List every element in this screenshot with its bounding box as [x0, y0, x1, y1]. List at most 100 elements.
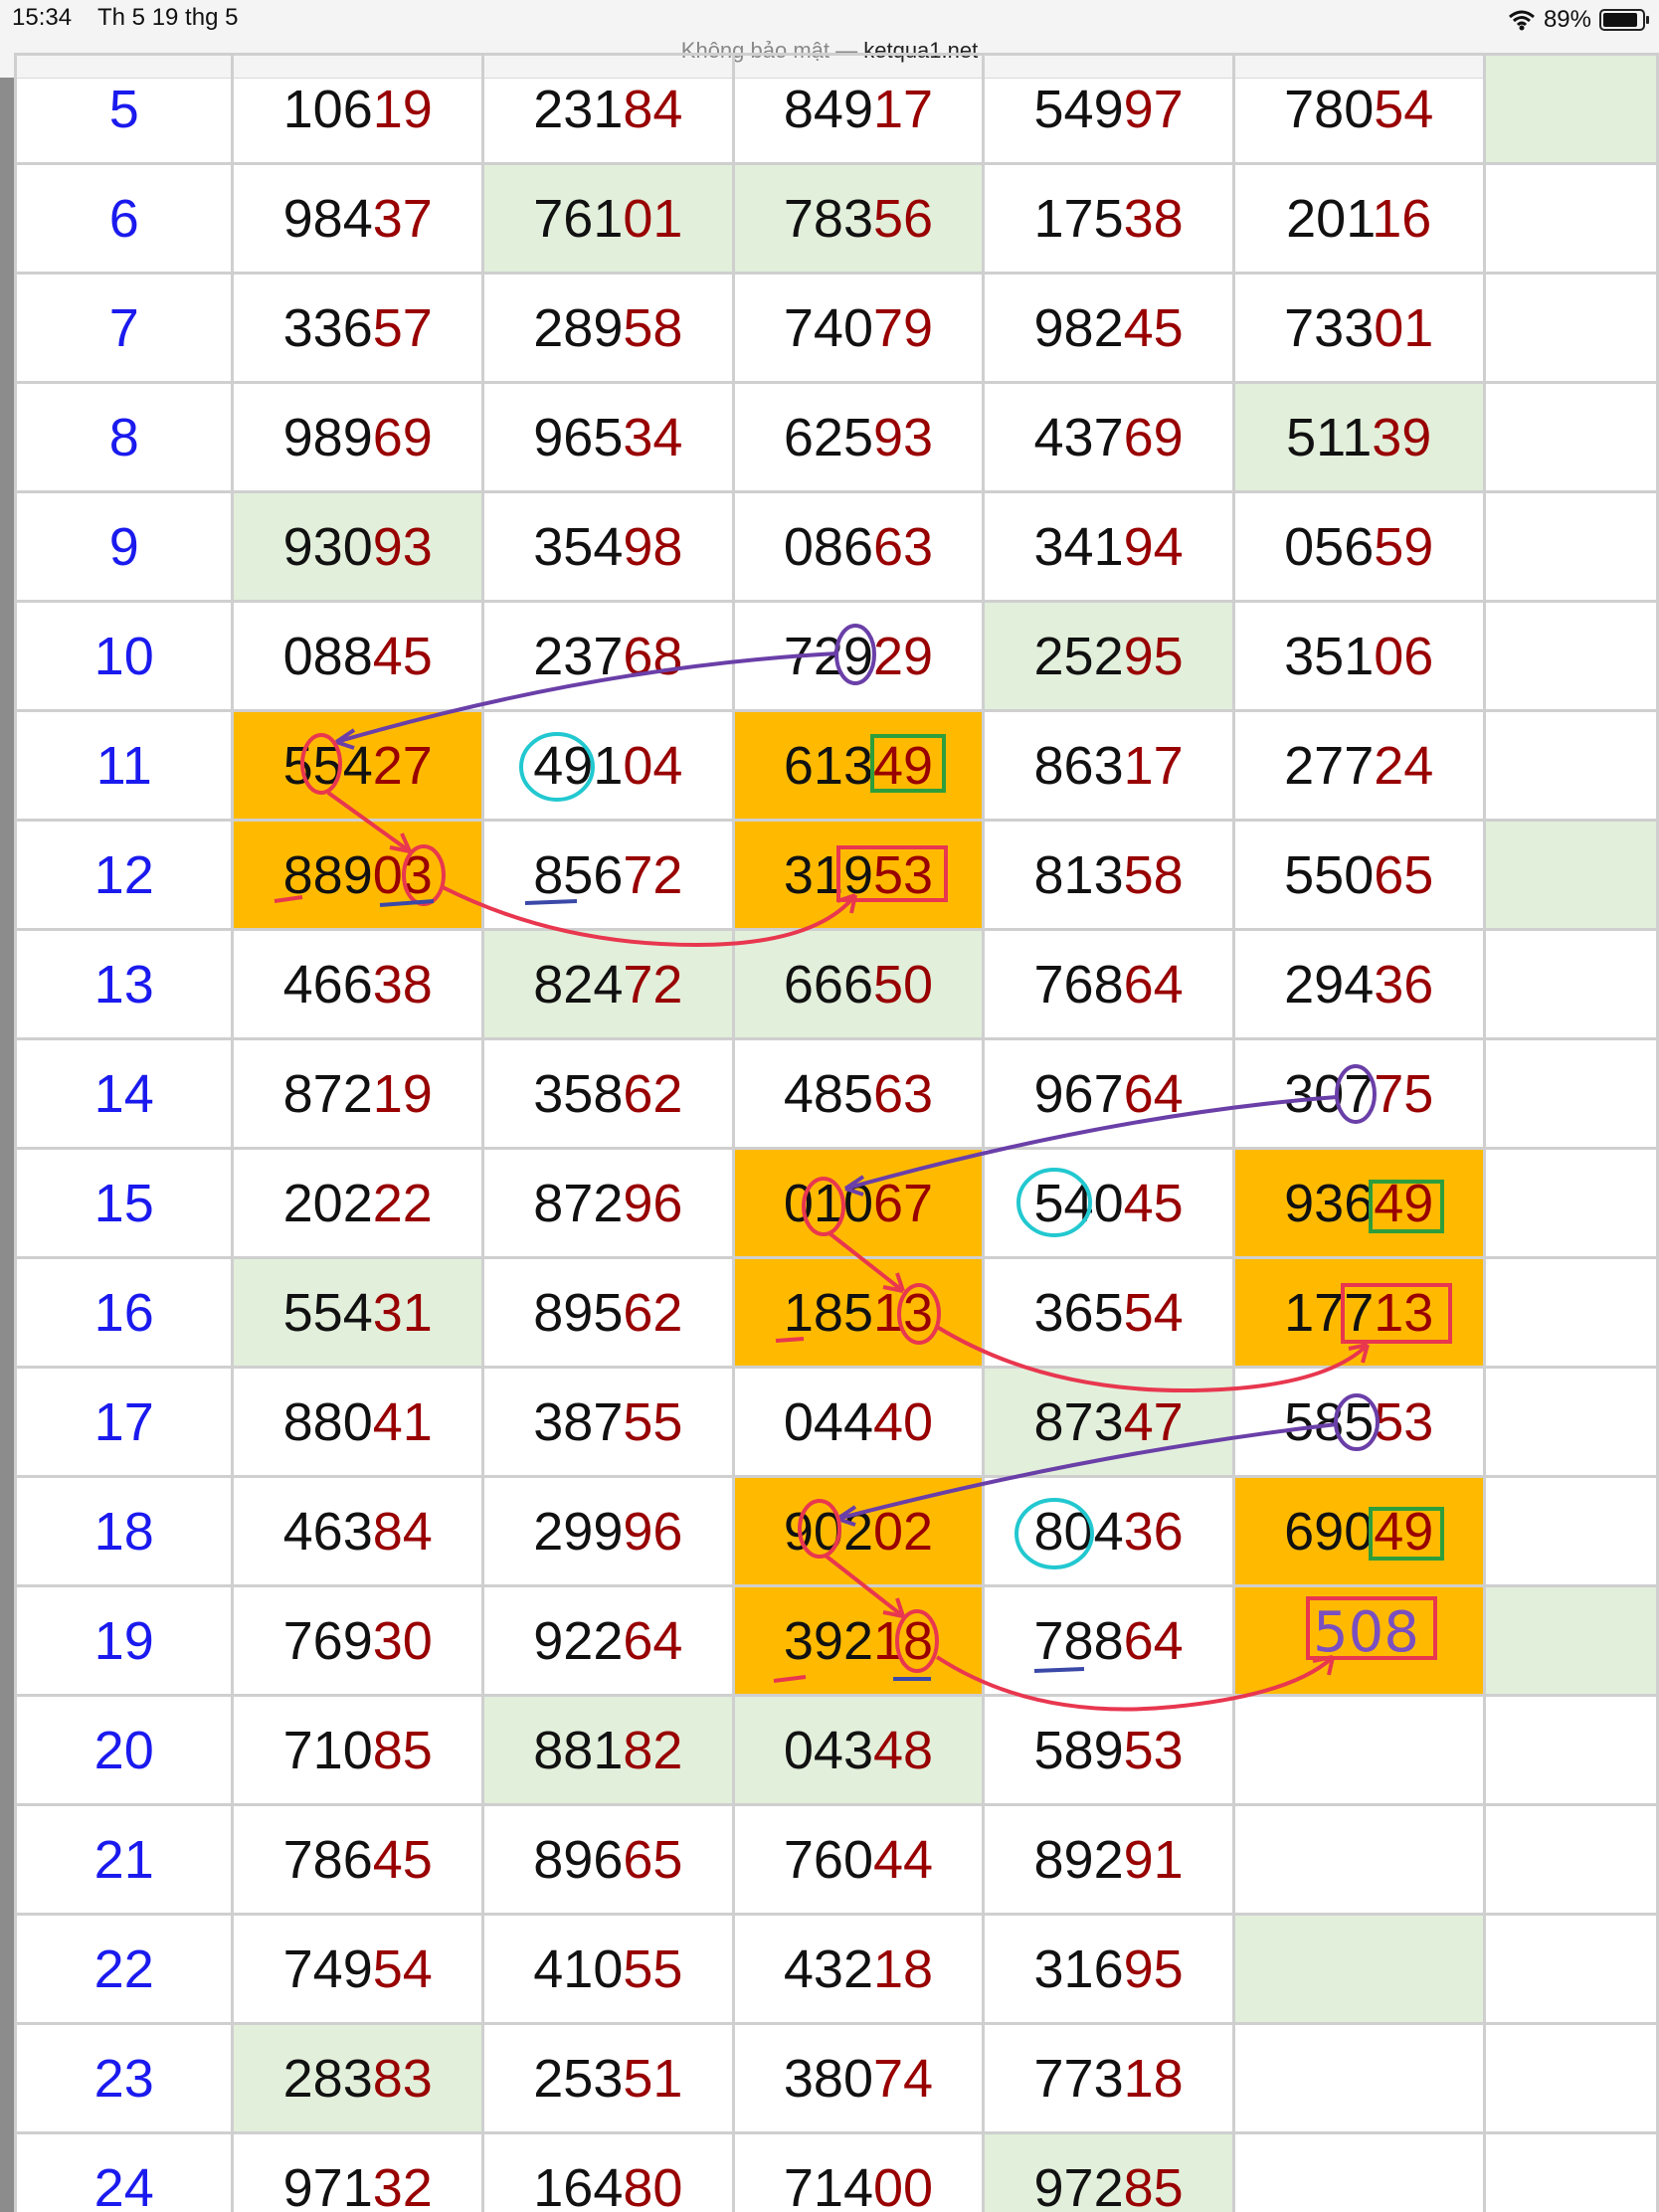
result-cell: 05659 [1231, 490, 1486, 603]
result-cell: 23768 [481, 600, 735, 712]
results-table-container[interactable]: 5 10619 23184 84917 54997 78054 6 98437 76101 783… [14, 0, 1659, 2212]
leading-digits: 354 [533, 516, 624, 577]
leading-digits: 872 [282, 1063, 373, 1124]
trailing-digits: 18 [873, 1938, 934, 1999]
leading-digits: 902 [783, 1501, 873, 1562]
trailing-digits: 94 [1123, 516, 1184, 577]
leading-digits: 892 [1033, 1829, 1124, 1890]
trailing-digits: 85 [372, 1720, 433, 1780]
leading-digits: 972 [1033, 2157, 1124, 2212]
row-number: 20 [14, 1694, 235, 1806]
result-cell [1482, 272, 1659, 384]
row-number: 13 [14, 928, 235, 1040]
result-cell: 96764 [982, 1037, 1235, 1150]
row-number: 5 [14, 53, 235, 165]
leading-digits: 849 [783, 79, 873, 139]
trailing-digits: 65 [1374, 844, 1434, 905]
leading-digits: 780 [1284, 79, 1375, 139]
trailing-digits: 63 [873, 516, 934, 577]
leading-digits: 511 [1286, 407, 1373, 467]
trailing-digits: 95 [1123, 626, 1184, 686]
leading-digits: 984 [282, 188, 373, 249]
trailing-digits: 67 [873, 1173, 934, 1233]
result-cell: 43769 [982, 381, 1235, 493]
leading-digits: 760 [783, 1829, 873, 1890]
leading-digits: 237 [533, 626, 624, 686]
trailing-digits: 45 [372, 1829, 433, 1890]
page-edge-strip [0, 78, 14, 2212]
trailing-digits: 68 [623, 626, 683, 686]
result-cell: 34194 [982, 490, 1235, 603]
result-cell: 46638 [231, 928, 485, 1040]
leading-digits: 485 [783, 1063, 873, 1124]
result-cell: 88903 [231, 819, 485, 931]
leading-digits: 231 [533, 79, 624, 139]
result-cell [1482, 162, 1659, 275]
trailing-digits: 93 [372, 516, 433, 577]
trailing-digits: 64 [1123, 954, 1184, 1014]
leading-digits: 666 [783, 954, 873, 1014]
trailing-digits: 53 [1374, 1391, 1434, 1452]
table-row: 5 10619 23184 84917 54997 78054 [14, 53, 1659, 165]
leading-digits: 554 [282, 735, 373, 796]
leading-digits: 437 [1033, 407, 1124, 467]
leading-digits: 710 [282, 1720, 373, 1780]
leading-digits: 164 [533, 2157, 624, 2212]
table-row: 15 20222 87296 01067 54045 93649 [14, 1147, 1659, 1259]
trailing-digits: 19 [372, 1063, 433, 1124]
trailing-digits: 19 [372, 79, 433, 139]
leading-digits: 625 [783, 407, 873, 467]
trailing-digits: 64 [1123, 1063, 1184, 1124]
result-cell [1482, 1913, 1659, 2025]
trailing-digits: 06 [1374, 626, 1434, 686]
trailing-digits: 84 [372, 1501, 433, 1562]
result-cell: 29436 [1231, 928, 1486, 1040]
leading-digits: 872 [533, 1173, 624, 1233]
trailing-digits: 16 [1372, 188, 1432, 249]
leading-digits: 307 [1284, 1063, 1375, 1124]
leading-digits: 873 [1033, 1391, 1124, 1452]
trailing-digits: 65 [623, 1829, 683, 1890]
result-cell [1482, 53, 1659, 165]
row-number: 7 [14, 272, 235, 384]
trailing-digits: 01 [623, 188, 683, 249]
row-number: 24 [14, 2131, 235, 2212]
result-cell: 96534 [481, 381, 735, 493]
result-cell [1231, 1803, 1486, 1916]
result-cell: 10619 [231, 53, 485, 165]
result-cell: 76044 [731, 1803, 986, 1916]
leading-digits: 971 [282, 2157, 373, 2212]
result-cell: 78054 [1231, 53, 1486, 165]
leading-digits: 863 [1033, 735, 1124, 796]
leading-digits: 989 [282, 407, 373, 467]
trailing-digits: 38 [372, 954, 433, 1014]
leading-digits: 253 [533, 2048, 624, 2109]
result-cell [1482, 819, 1659, 931]
result-cell: 35862 [481, 1037, 735, 1150]
result-cell: 61349 [731, 709, 986, 822]
leading-digits: 550 [1284, 844, 1375, 905]
trailing-digits: 84 [623, 79, 683, 139]
row-number: 22 [14, 1913, 235, 2025]
table-row: 23 28383 25351 38074 77318 [14, 2022, 1659, 2134]
result-cell: 93649 [1231, 1147, 1486, 1259]
trailing-digits: 55 [623, 1938, 683, 1999]
result-cell: 38755 [481, 1366, 735, 1478]
result-cell: 36554 [982, 1256, 1235, 1369]
result-cell: 35106 [1231, 600, 1486, 712]
result-cell: 33657 [231, 272, 485, 384]
leading-digits: 341 [1033, 516, 1124, 577]
trailing-digits: 31 [372, 1282, 433, 1343]
result-cell: 30775 [1231, 1037, 1486, 1150]
trailing-digits: 49 [873, 735, 934, 796]
table-row: 7 33657 28958 74079 98245 73301 [14, 272, 1659, 384]
result-cell: 43218 [731, 1913, 986, 2025]
leading-digits: 554 [282, 1282, 373, 1343]
row-number: 16 [14, 1256, 235, 1369]
leading-digits: 044 [783, 1391, 873, 1452]
trailing-digits: 17 [873, 79, 934, 139]
result-cell: 55065 [1231, 819, 1486, 931]
result-cell [1482, 1803, 1659, 1916]
result-cell [1482, 928, 1659, 1040]
result-cell: 85672 [481, 819, 735, 931]
